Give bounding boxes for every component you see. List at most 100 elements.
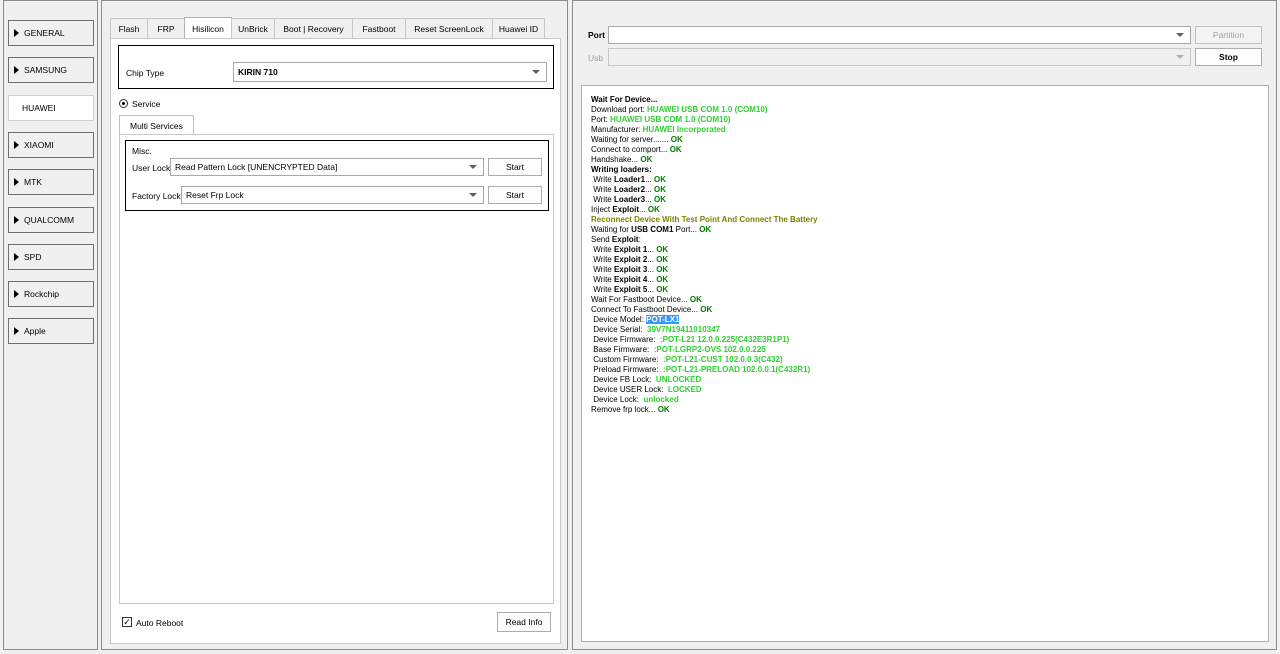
log-segment: ... (645, 175, 654, 184)
log-line: Writing loaders: (591, 165, 1268, 175)
expand-arrow-icon (14, 66, 19, 75)
log-segment: USB COM1 (631, 225, 674, 234)
log-segment: OK (647, 205, 660, 214)
brand-button-general[interactable]: GENERAL (8, 20, 94, 46)
log-segment: OK (656, 275, 669, 284)
log-segment: Device Model: (591, 315, 647, 324)
partition-button[interactable]: Partition (1195, 26, 1262, 44)
log-line: Write Loader2... OK (591, 185, 1268, 195)
log-segment: HUAWEI USB COM 1.0 (COM10) (610, 115, 731, 124)
log-line: Port: HUAWEI USB COM 1.0 (COM10) (591, 115, 1268, 125)
log-segment: Reconnect Device With Test Point And Con… (591, 215, 818, 224)
log-segment: Writing loaders: (591, 165, 652, 174)
log-segment: : (638, 235, 641, 244)
tab-reset-screenlock[interactable]: Reset ScreenLock (405, 18, 493, 39)
log-segment: Device USER Lock: (591, 385, 668, 394)
log-line: Device Serial: 39V7N19411010347 (591, 325, 1268, 335)
log-line: Remove frp lock... OK (591, 405, 1268, 415)
user-lock-start-button[interactable]: Start (488, 158, 542, 176)
log-line: Preload Firmware: :POT-L21-PRELOAD 102.0… (591, 365, 1268, 375)
read-info-button[interactable]: Read Info (497, 612, 551, 632)
auto-reboot-checkbox[interactable]: ✓ (122, 617, 132, 627)
log-segment: ... (639, 205, 648, 214)
log-line: Device Firmware: :POT-L21 12.0.0.225(C43… (591, 335, 1268, 345)
chevron-down-icon (1176, 33, 1184, 37)
service-radio[interactable] (119, 99, 128, 108)
log-segment: Exploit 3 (613, 265, 648, 274)
tab-label: UnBrick (238, 24, 268, 34)
tab-boot-recovery[interactable]: Boot | Recovery (274, 18, 353, 39)
log-line: Write Exploit 1... OK (591, 245, 1268, 255)
log-line: Write Loader3... OK (591, 195, 1268, 205)
log-segment: Port... (673, 225, 700, 234)
log-line: Write Exploit 3... OK (591, 265, 1268, 275)
factory-lock-label: Factory Lock (132, 191, 181, 201)
expand-arrow-icon (14, 29, 19, 37)
tab-label: Boot | Recovery (283, 24, 344, 34)
tab-unbrick[interactable]: UnBrick (231, 18, 275, 39)
log-segment: Handshake... (591, 155, 641, 164)
log-segment: OK (640, 155, 653, 164)
stop-button[interactable]: Stop (1195, 48, 1262, 66)
chevron-down-icon (532, 70, 540, 74)
user-lock-select[interactable]: Read Pattern Lock [UNENCRYPTED Data] (170, 158, 484, 176)
brand-button-huawei[interactable]: HUAWEI (8, 94, 94, 121)
chevron-down-icon (469, 193, 477, 197)
tab-label: Fastboot (362, 24, 396, 34)
log-segment: OK (699, 225, 712, 234)
chip-type-select[interactable]: KIRIN 710 (233, 62, 547, 82)
log-segment: Inject (591, 205, 613, 214)
operations-panel: Flash FRP Hisilicon UnBrick Boot | Recovery F… (101, 0, 568, 650)
log-segment: Download port: (591, 105, 648, 114)
log-line: Waiting for USB COM1 Port... OK (591, 225, 1268, 235)
chip-type-value: KIRIN 710 (238, 67, 278, 77)
log-segment: ... (647, 285, 657, 294)
log-segment: OK (653, 185, 666, 194)
log-line: Write Exploit 5... OK (591, 285, 1268, 295)
port-label: Port (588, 30, 605, 40)
log-segment: Wait For Fastboot Device... (591, 295, 690, 304)
log-line: Connect To Fastboot Device... OK (591, 305, 1268, 315)
user-lock-value: Read Pattern Lock [UNENCRYPTED Data] (175, 162, 338, 172)
port-select[interactable] (608, 26, 1191, 44)
tab-multi-services-label: Multi Services (130, 120, 183, 131)
brand-button-spd[interactable]: SPD (8, 243, 94, 270)
log-segment: OK (700, 305, 713, 314)
log-segment: :POT-L21 12.0.0.225(C432E3R1P1) (659, 335, 790, 344)
tab-hisilicon[interactable]: Hisilicon (184, 17, 232, 39)
log-segment: HUAWEI Incorporated (642, 125, 726, 134)
log-segment: OK (670, 135, 683, 144)
factory-lock-select[interactable]: Reset Frp Lock (181, 186, 484, 204)
brand-button-mtk[interactable]: MTK (8, 169, 94, 196)
log-segment: 39V7N19411010347 (647, 325, 720, 334)
tab-multi-services[interactable]: Multi Services (119, 115, 194, 135)
log-line: Handshake... OK (591, 155, 1268, 165)
tab-fastboot[interactable]: Fastboot (352, 18, 406, 39)
brand-button-samsung[interactable]: SAMSUNG (8, 57, 94, 84)
log-segment: Manufacturer: (591, 125, 643, 134)
log-line: Send Exploit: (591, 235, 1268, 245)
brand-button-rockchip[interactable]: Rockchip (8, 281, 94, 308)
log-segment: Custom Firmware: (591, 355, 664, 364)
tab-frp[interactable]: FRP (147, 18, 185, 39)
factory-lock-start-button[interactable]: Start (488, 186, 542, 204)
brand-button-xiaomi[interactable]: XIAOMI (8, 131, 94, 158)
log-segment: ... (647, 275, 657, 284)
brand-button-apple[interactable]: Apple (8, 318, 94, 345)
log-segment: Write (591, 245, 614, 254)
brand-button-label: SAMSUNG (24, 65, 67, 76)
log-segment: Device Serial: (591, 325, 648, 334)
log-segment: UNLOCKED (655, 375, 702, 384)
log-output[interactable]: Wait For Device... Download port: HUAWEI … (581, 85, 1269, 642)
connection-log-panel: Port Partition Usb Stop Wait For Device.… (572, 0, 1277, 650)
tab-huawei-id[interactable]: Huawei ID (492, 18, 545, 39)
log-segment: OK (656, 255, 669, 264)
tab-page-hisilicon: Chip Type KIRIN 710 Service Multi Servic… (110, 38, 561, 644)
brand-button-label: HUAWEI (22, 102, 56, 113)
tab-strip: Flash FRP Hisilicon UnBrick Boot | Recovery F… (110, 17, 545, 39)
tab-flash[interactable]: Flash (110, 18, 148, 39)
expand-arrow-icon (14, 178, 19, 187)
usb-select[interactable] (608, 48, 1191, 66)
log-segment: :POT-LGRP2-OVS 102.0.0.225 (653, 345, 766, 354)
brand-button-qualcomm[interactable]: QUALCOMM (8, 206, 94, 233)
